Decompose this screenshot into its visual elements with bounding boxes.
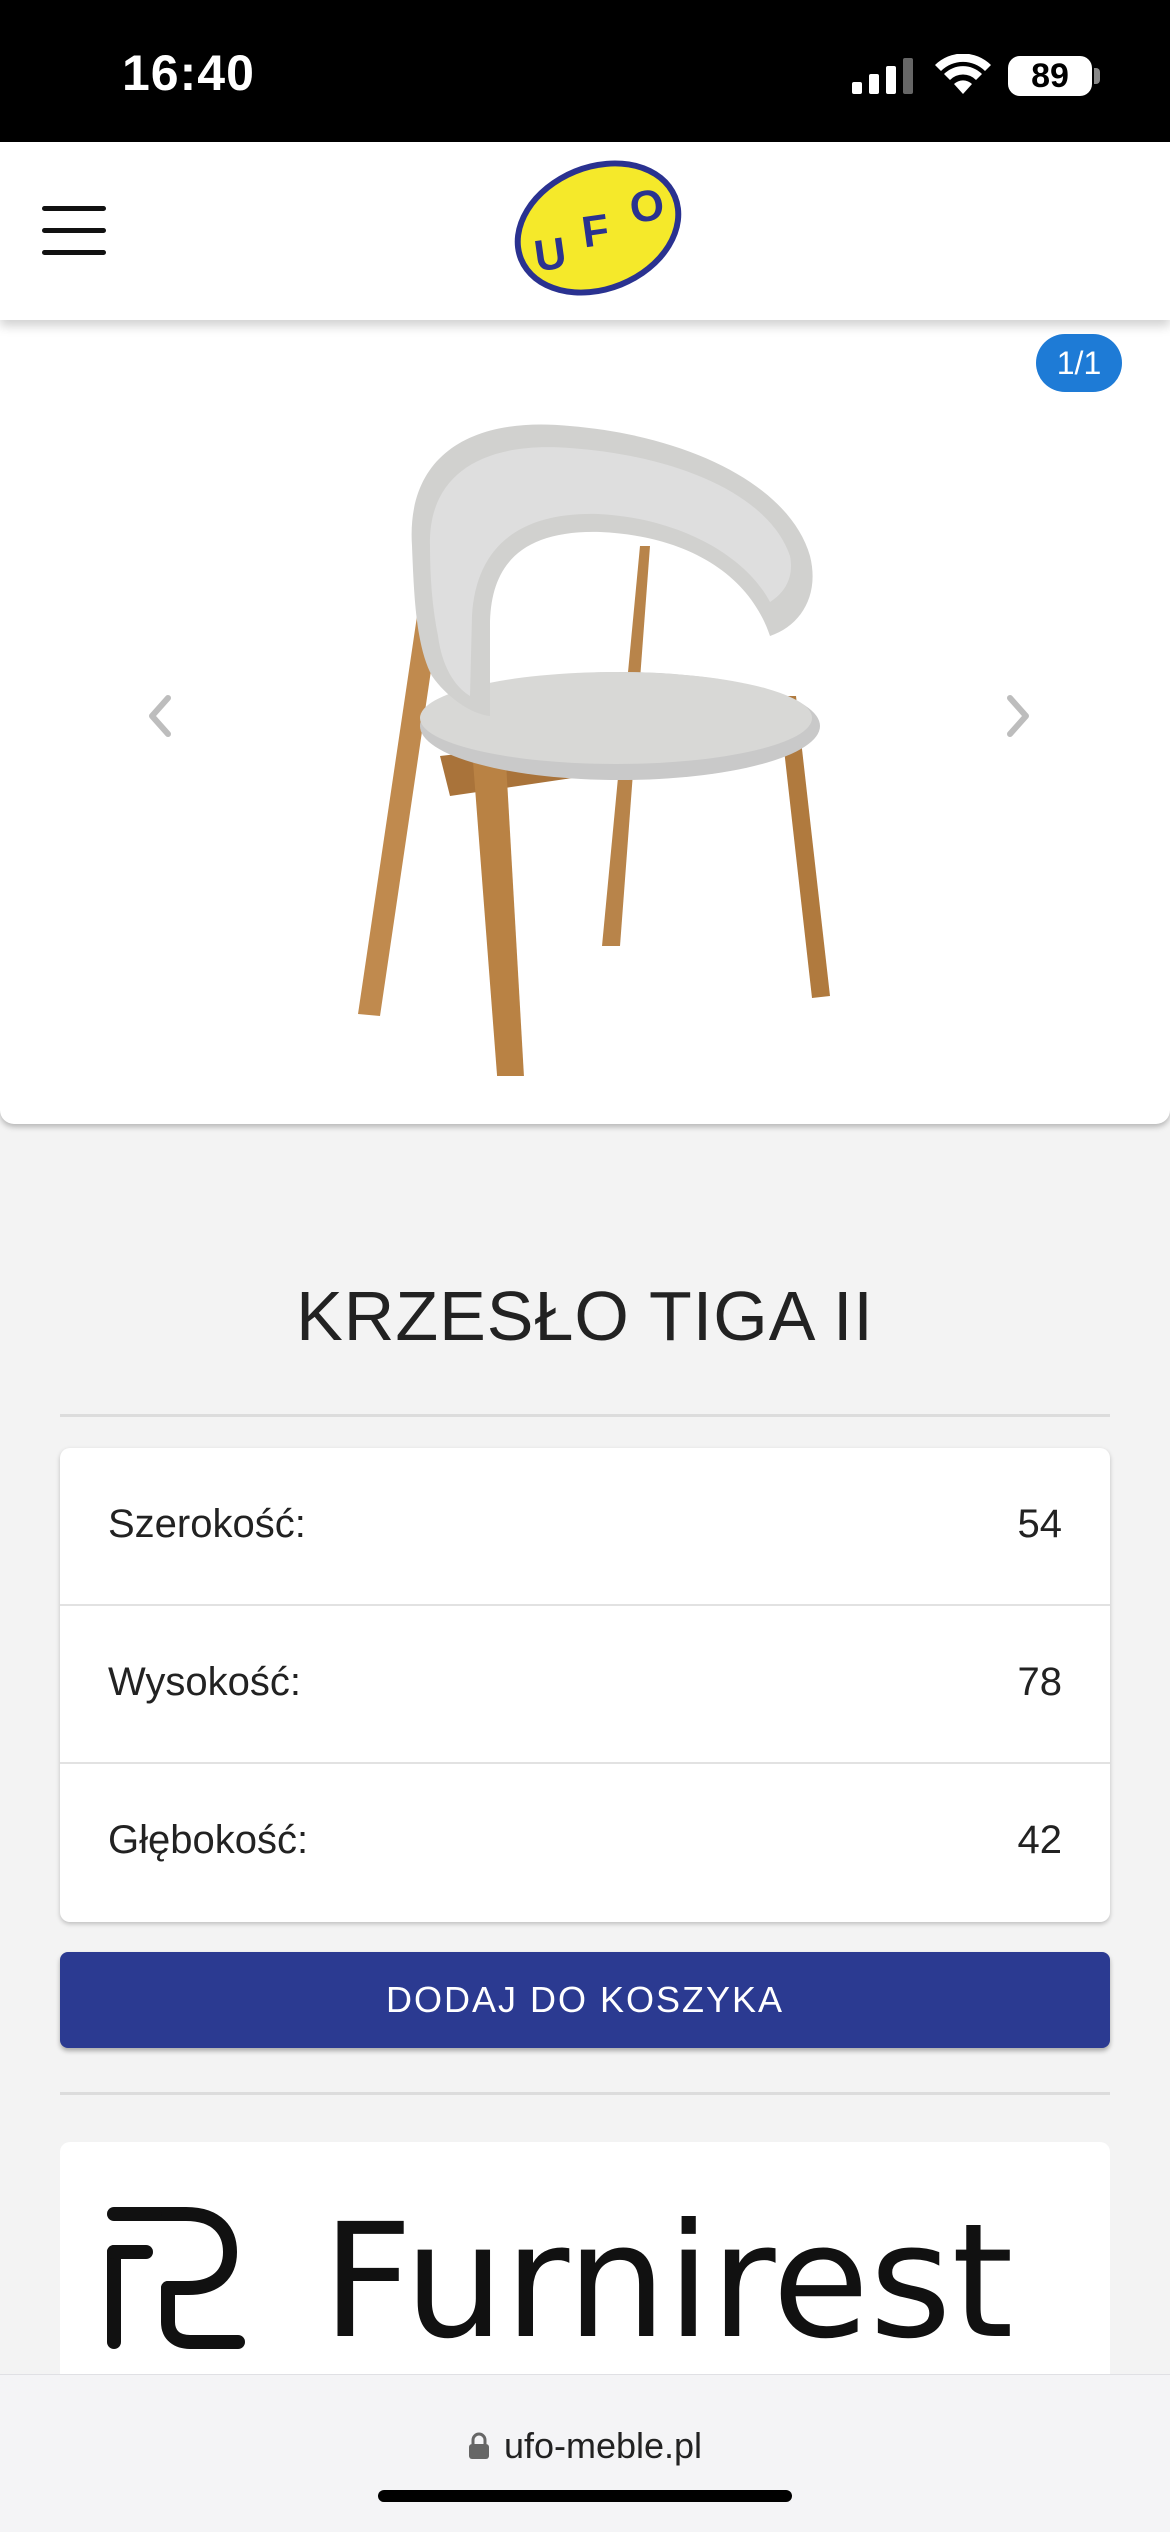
- menu-line: [42, 250, 106, 255]
- furnirest-logo-icon: [107, 2207, 245, 2349]
- product-title: KRZESŁO TIGA II: [296, 1277, 874, 1355]
- browser-address-bar[interactable]: ufo-meble.pl: [0, 2374, 1170, 2532]
- brand-name: Furnirest: [322, 2190, 1014, 2374]
- brand-card[interactable]: Furnirest: [60, 2142, 1110, 2382]
- url-text: ufo-meble.pl: [503, 2425, 703, 2466]
- battery-indicator: 89: [1008, 56, 1092, 96]
- spec-row-height: Wysokość: 78: [60, 1606, 1110, 1764]
- menu-line: [42, 228, 106, 233]
- spec-row-width: Szerokość: 54: [60, 1448, 1110, 1606]
- status-time: 16:40: [122, 45, 255, 101]
- status-bar: 16:40 89: [0, 0, 1170, 142]
- site-header: U F O: [0, 142, 1170, 320]
- svg-text:O: O: [627, 180, 668, 233]
- url-container[interactable]: ufo-meble.pl: [0, 2425, 1170, 2467]
- home-indicator[interactable]: [378, 2490, 792, 2502]
- add-to-cart-button[interactable]: DODAJ DO KOSZYKA: [60, 1952, 1110, 2048]
- svg-text:U: U: [531, 228, 569, 281]
- product-chair-image: [358, 424, 830, 1076]
- chevron-left-icon[interactable]: [140, 686, 180, 746]
- lock-icon: [468, 2432, 489, 2459]
- hamburger-menu-button[interactable]: [42, 202, 108, 258]
- divider: [60, 1414, 1110, 1417]
- chevron-right-icon[interactable]: [998, 686, 1038, 746]
- spec-label: Wysokość:: [108, 1660, 302, 1704]
- product-image-gallery[interactable]: 1/1: [0, 320, 1170, 1124]
- spec-label: Szerokość:: [108, 1502, 306, 1546]
- spec-row-depth: Głębokość: 42: [60, 1764, 1110, 1922]
- image-counter-badge: 1/1: [1036, 334, 1122, 392]
- wifi-icon: [935, 54, 991, 94]
- spec-value: 54: [1017, 1502, 1063, 1546]
- battery-cap: [1094, 68, 1100, 84]
- ufo-logo[interactable]: U F O: [506, 152, 690, 302]
- product-specs-table: Szerokość: 54 Wysokość: 78 Głębokość: 42: [60, 1448, 1110, 1922]
- menu-line: [42, 206, 106, 211]
- divider: [60, 2092, 1110, 2095]
- spec-label: Głębokość:: [108, 1818, 309, 1862]
- spec-value: 42: [1017, 1818, 1063, 1862]
- cellular-signal-icon: [852, 58, 913, 94]
- spec-value: 78: [1017, 1660, 1063, 1704]
